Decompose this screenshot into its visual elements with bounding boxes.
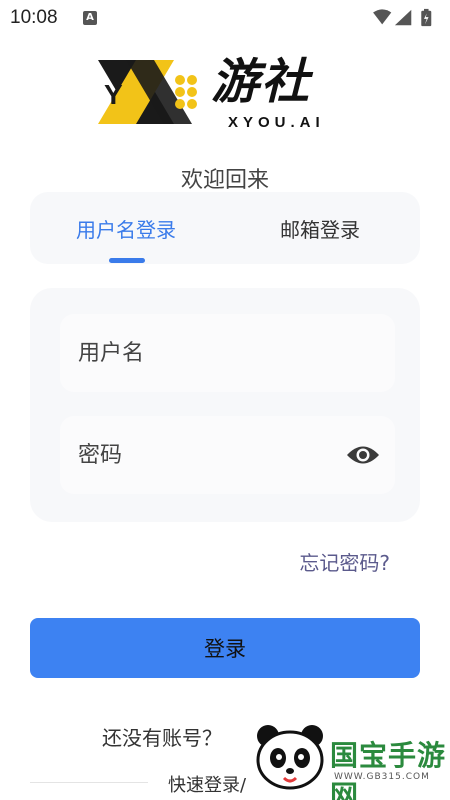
svg-text:Y: Y — [104, 79, 123, 110]
password-input[interactable] — [78, 416, 338, 494]
tab-username-login[interactable]: 用户名登录 — [76, 214, 176, 243]
forgot-password-link[interactable]: 忘记密码? — [299, 547, 390, 576]
panda-icon — [256, 725, 324, 790]
divider-line — [30, 782, 148, 783]
signal-icon — [394, 9, 412, 26]
watermark: 国宝手游网 WWW.GB315.COM — [250, 712, 450, 800]
battery-icon — [421, 8, 432, 27]
status-icons — [373, 8, 432, 27]
status-bar: 10:08 A — [0, 0, 450, 36]
username-field-container — [60, 314, 395, 392]
wifi-icon — [373, 9, 392, 25]
password-field-container — [60, 416, 395, 494]
login-tabs: 用户名登录 邮箱登录 — [30, 192, 420, 264]
tab-active-indicator — [109, 258, 145, 263]
logo-title: 游社 — [211, 54, 312, 110]
welcome-heading: 欢迎回来 — [180, 168, 269, 193]
watermark-url: WWW.GB315.COM — [334, 772, 430, 782]
logo-subtitle: XYOU.AI — [228, 114, 325, 131]
login-button[interactable]: 登录 — [30, 618, 420, 678]
quick-login-label[interactable]: 快速登录/ — [168, 771, 246, 797]
watermark-text: 国宝手游网 — [330, 739, 447, 800]
register-prompt: 还没有账号？ — [102, 726, 222, 750]
status-time: 10:08 — [10, 7, 58, 28]
tab-email-login[interactable]: 邮箱登录 — [280, 214, 360, 243]
eye-icon[interactable] — [345, 442, 381, 468]
notification-icon: A — [83, 11, 97, 25]
username-input[interactable] — [78, 314, 338, 392]
login-form — [30, 288, 420, 522]
